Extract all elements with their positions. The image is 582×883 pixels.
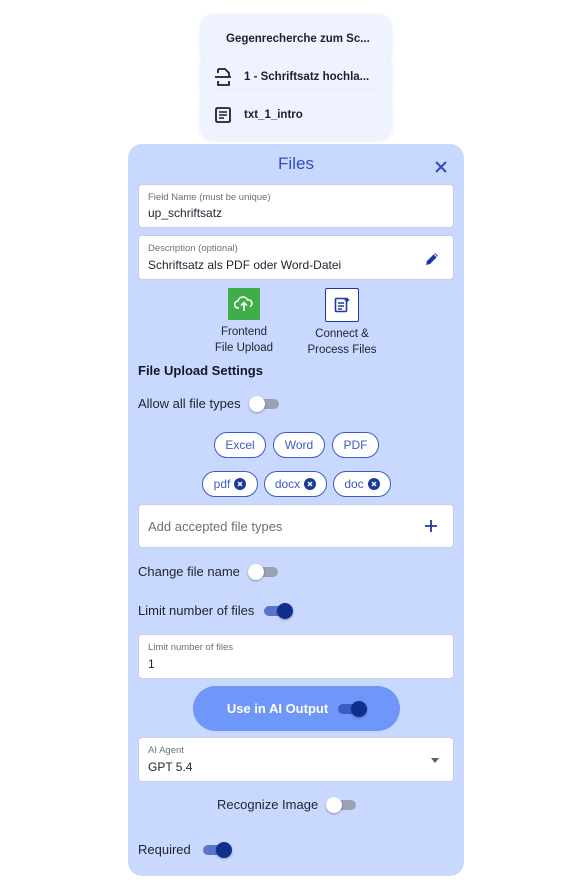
accepted-type-chip[interactable]: doc	[333, 471, 391, 497]
allow-all-label: Allow all file types	[138, 396, 241, 411]
recognize-image-row: Recognize Image	[217, 796, 357, 813]
mode-label-line2: Process Files	[307, 344, 377, 356]
change-file-name-row: Change file name	[138, 563, 278, 580]
chip-label: Word	[284, 438, 314, 452]
field-name-input[interactable]: Field Name (must be unique) up_schriftsa…	[138, 184, 454, 228]
recognize-image-toggle[interactable]	[326, 796, 357, 813]
mode-connect-process[interactable]: Connect & Process Files	[300, 288, 384, 358]
plus-icon[interactable]	[423, 518, 439, 534]
upload-doc-icon	[212, 66, 234, 88]
remove-icon[interactable]	[234, 478, 247, 490]
limit-files-toggle[interactable]	[264, 602, 294, 619]
allow-all-file-types-row: Allow all file types	[138, 395, 279, 412]
mode-label-line1: Connect &	[315, 328, 369, 340]
required-toggle[interactable]	[202, 841, 232, 858]
ai-agent-select[interactable]: AI Agent GPT 5.4	[138, 737, 454, 782]
ai-agent-value: GPT 5.4	[148, 760, 193, 774]
ai-output-label: Use in AI Output	[226, 701, 329, 716]
remove-icon[interactable]	[304, 478, 317, 490]
files-panel: Files Field Name (must be unique) up_sch…	[128, 144, 464, 876]
field-name-value: up_schriftsatz	[148, 206, 223, 220]
text-doc-icon	[212, 104, 234, 126]
pencil-icon[interactable]	[423, 250, 441, 268]
node-label: Gegenrecherche zum Sc...	[226, 33, 370, 45]
mode-label-line1: Frontend	[220, 326, 268, 338]
add-types-placeholder: Add accepted file types	[148, 519, 283, 534]
chevron-down-icon	[431, 758, 439, 763]
panel-title: Files	[278, 154, 314, 173]
description-value: Schriftsatz als PDF oder Word-Datei	[148, 258, 342, 272]
mode-label-line2: File Upload	[214, 342, 274, 354]
workflow-node-text[interactable]: txt_1_intro	[200, 90, 392, 140]
upload-settings-heading: File Upload Settings	[138, 363, 263, 378]
chip-label: doc	[344, 477, 364, 491]
use-in-ai-output-button[interactable]: Use in AI Output	[193, 686, 400, 731]
chip-label: pdf	[213, 477, 231, 491]
preset-chip-word[interactable]: Word	[273, 432, 325, 458]
description-input[interactable]: Description (optional) Schriftsatz als P…	[138, 235, 454, 280]
preset-chip-excel[interactable]: Excel	[214, 432, 266, 458]
required-row: Required	[138, 841, 232, 858]
limit-files-value: 1	[148, 657, 155, 671]
recognize-image-label: Recognize Image	[217, 797, 319, 812]
ai-agent-label: AI Agent	[148, 745, 184, 756]
change-file-name-label: Change file name	[138, 564, 240, 579]
limit-files-row: Limit number of files	[138, 602, 294, 619]
accepted-type-chip[interactable]: docx	[264, 471, 327, 497]
process-file-icon	[325, 288, 359, 322]
chip-label: docx	[274, 477, 301, 491]
mode-frontend-upload[interactable]: Frontend File Upload	[202, 288, 286, 356]
node-label: txt_1_intro	[244, 109, 303, 121]
node-label: 1 - Schriftsatz hochla...	[244, 71, 370, 83]
limit-files-field-label: Limit number of files	[148, 642, 234, 653]
add-file-types-input[interactable]: Add accepted file types	[138, 504, 454, 548]
change-file-name-toggle[interactable]	[247, 563, 278, 580]
chip-label: Excel	[225, 438, 255, 452]
remove-icon[interactable]	[367, 478, 380, 490]
limit-files-label: Limit number of files	[138, 603, 255, 618]
preset-chip-pdf[interactable]: PDF	[332, 432, 379, 458]
required-label: Required	[138, 842, 191, 857]
close-icon[interactable]	[432, 158, 450, 176]
ai-output-toggle[interactable]	[338, 700, 368, 717]
allow-all-toggle[interactable]	[248, 395, 279, 412]
cloud-upload-icon	[228, 288, 260, 320]
field-name-label: Field Name (must be unique)	[148, 192, 271, 203]
chip-label: PDF	[343, 438, 368, 452]
description-label: Description (optional)	[148, 243, 238, 254]
limit-files-input[interactable]: Limit number of files 1	[138, 634, 454, 679]
accepted-type-chip[interactable]: pdf	[202, 471, 258, 497]
